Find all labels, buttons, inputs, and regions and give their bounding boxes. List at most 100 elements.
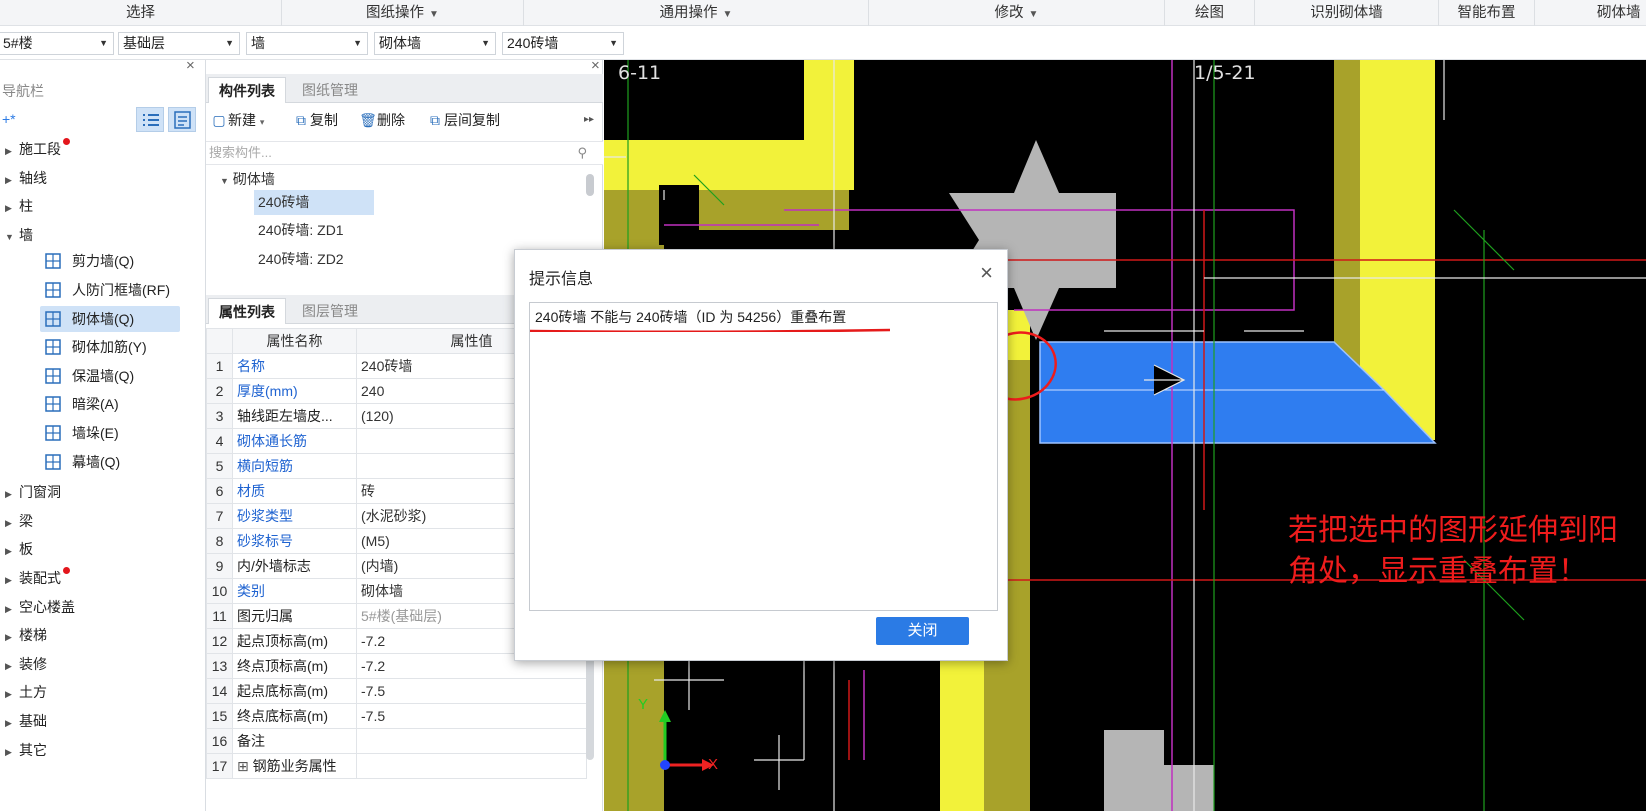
close-button[interactable]: 关闭 (876, 617, 969, 645)
nav-sub-item[interactable]: 剪力墙(Q) (40, 248, 180, 274)
layer-select[interactable]: 基础层 ▼ (118, 32, 240, 55)
component-item[interactable]: 240砖墙: ZD2 (254, 247, 348, 272)
nav-tree-item[interactable]: ▶ 装修 (0, 651, 47, 677)
ribbon-group-modify[interactable]: 修改 ▼ (869, 0, 1165, 26)
wall-vertical-yellow[interactable] (804, 60, 854, 190)
component-search-input[interactable]: 搜索构件... ⚲ (206, 141, 603, 165)
ribbon-group-masonry-wall[interactable]: 砌体墙 (1535, 0, 1646, 26)
chevron-right-icon[interactable]: ▶ (5, 681, 19, 707)
list-view-button[interactable] (136, 107, 164, 132)
close-icon[interactable]: × (591, 57, 600, 74)
copy-button[interactable]: ⧉ 复制 (292, 109, 338, 131)
message-dialog: 提示信息 × 240砖墙 不能与 240砖墙（ID 为 54256）重叠布置 关… (514, 249, 1008, 661)
nav-tree-item[interactable]: ▶ 楼梯 (0, 622, 47, 648)
nav-sub-item[interactable]: 暗梁(A) (40, 391, 180, 417)
coord-y-label: Y (638, 696, 649, 713)
nav-sub-item[interactable]: 砌体墙(Q) (40, 305, 180, 332)
property-value[interactable] (356, 753, 587, 779)
nav-tree-item[interactable]: ▶ 空心楼盖 (0, 594, 75, 620)
tab-drawing-management[interactable]: 图纸管理 (292, 77, 368, 103)
nav-tree-item[interactable]: ▶ 施工段 (0, 136, 70, 164)
chevron-down-icon: ▼ (429, 9, 439, 20)
ribbon-group-general-ops[interactable]: 通用操作 ▼ (524, 0, 869, 26)
search-icon: ⚲ (577, 145, 587, 160)
property-name: 备注 (232, 728, 357, 754)
nav-tree-item[interactable]: ▶ 装配式 (0, 565, 70, 593)
ribbon-group-smart-layout[interactable]: 智能布置 (1439, 0, 1535, 26)
nav-tree-label: 楼梯 (19, 627, 47, 644)
ribbon-group-drawing-ops[interactable]: 图纸操作 ▼ (282, 0, 524, 26)
expand-plus-icon[interactable]: ⊞ (237, 758, 253, 774)
nav-sub-item-label: 墙垛(E) (72, 425, 119, 441)
chevron-right-icon[interactable]: ▶ (5, 739, 19, 765)
tab-property-list[interactable]: 属性列表 (208, 298, 286, 324)
chevron-right-icon[interactable]: ▶ (5, 596, 19, 622)
nav-tree-item[interactable]: ▶ 其它 (0, 737, 47, 763)
property-name-label: 备注 (237, 733, 265, 749)
table-row[interactable]: 17 ⊞ 钢筋业务属性 (206, 753, 587, 779)
chevron-right-icon[interactable]: ▶ (5, 710, 19, 736)
nav-sub-item-label: 砌体墙(Q) (72, 310, 135, 327)
nav-tree-item[interactable]: ▶ 板 (0, 536, 33, 562)
sparkle-add-icon[interactable]: +* (2, 111, 16, 127)
property-name: 轴线距左墙皮... (232, 403, 357, 429)
chevron-down-icon[interactable]: ▼ (5, 224, 19, 250)
component-item[interactable]: 240砖墙 (254, 190, 374, 215)
table-row[interactable]: 15 终点底标高(m) -7.5 (206, 703, 587, 729)
chevron-right-icon[interactable]: ▶ (5, 195, 19, 221)
chevron-right-icon[interactable]: ▶ (5, 567, 19, 593)
property-value[interactable]: -7.5 (356, 703, 587, 729)
chevron-right-icon[interactable]: ▶ (5, 510, 19, 536)
floor-copy-button[interactable]: ⧉ 层间复制 (426, 109, 500, 131)
chevron-right-icon[interactable]: ▶ (5, 167, 19, 193)
chevron-right-icon[interactable]: ▶ (5, 538, 19, 564)
grey-polygon-bottom[interactable] (1104, 730, 1214, 811)
ribbon-group-identify-masonry[interactable]: 识别砌体墙 (1255, 0, 1439, 26)
chevron-right-icon[interactable]: ▶ (5, 138, 19, 164)
nav-sub-item[interactable]: 人防门框墙(RF) (40, 277, 180, 303)
table-row[interactable]: 16 备注 (206, 728, 587, 754)
nav-tree-item[interactable]: ▶ 基础 (0, 708, 47, 734)
floor-select[interactable]: 5#楼 ▼ (0, 32, 114, 55)
close-icon[interactable]: × (186, 57, 195, 74)
nav-sub-item[interactable]: 幕墙(Q) (40, 449, 180, 475)
tab-component-list[interactable]: 构件列表 (208, 77, 286, 103)
row-index: 12 (206, 628, 233, 654)
category-select[interactable]: 墙 ▼ (246, 32, 368, 55)
nav-tree-item[interactable]: ▶ 柱 (0, 193, 33, 219)
nav-tree-label: 梁 (19, 512, 33, 529)
component-scrollbar[interactable] (586, 174, 594, 196)
nav-sub-item[interactable]: 保温墙(Q) (40, 363, 180, 389)
red-underline (530, 328, 890, 332)
dialog-title: 提示信息 (529, 271, 594, 288)
nav-tree-item[interactable]: ▶ 梁 (0, 508, 33, 534)
nav-tree-item[interactable]: ▶ 土方 (0, 679, 47, 705)
nav-tree-item[interactable]: ▶ 轴线 (0, 165, 47, 191)
detail-view-button[interactable] (168, 107, 196, 132)
nav-sub-item[interactable]: 砌体加筋(Y) (40, 334, 180, 360)
component-item[interactable]: 240砖墙: ZD1 (254, 218, 348, 243)
property-value[interactable]: -7.5 (356, 678, 587, 704)
table-row[interactable]: 14 起点底标高(m) -7.5 (206, 678, 587, 704)
masonry-wall-icon (45, 310, 61, 327)
type-select[interactable]: 砌体墙 ▼ (374, 32, 496, 55)
delete-button[interactable]: 🗑删除 (359, 109, 405, 131)
component-select[interactable]: 240砖墙 ▼ (502, 32, 624, 55)
ribbon-group-draw[interactable]: 绘图 (1165, 0, 1255, 26)
nav-sub-item[interactable]: 墙垛(E) (40, 420, 180, 446)
chevron-right-icon[interactable]: ▶ (5, 624, 19, 650)
nav-tree-item[interactable]: ▶ 门窗洞 (0, 479, 61, 505)
property-value[interactable] (356, 728, 587, 754)
component-group[interactable]: ▼ 砌体墙 (220, 169, 275, 189)
new-button[interactable]: ▢ 新建 ▾ (210, 109, 264, 131)
ribbon-group-select[interactable]: 选择 (0, 0, 282, 26)
tab-layer-management[interactable]: 图层管理 (292, 298, 368, 324)
nav-sub-item-label: 保温墙(Q) (72, 367, 135, 384)
more-icon[interactable]: ▸▸ (584, 109, 594, 131)
wall-right-olive[interactable] (1334, 60, 1360, 390)
close-icon[interactable]: × (980, 260, 993, 286)
nav-sub-item-label: 人防门框墙(RF) (72, 282, 170, 298)
chevron-right-icon[interactable]: ▶ (5, 653, 19, 679)
nav-tree-item[interactable]: ▼ 墙 (0, 222, 33, 248)
chevron-right-icon[interactable]: ▶ (5, 481, 19, 507)
